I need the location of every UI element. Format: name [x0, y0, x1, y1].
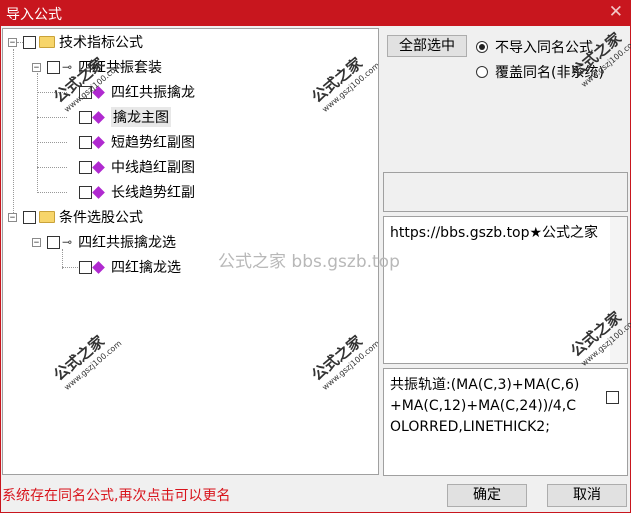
tree-node-formula-selected[interactable]: 擒龙主图	[79, 107, 171, 127]
select-all-button[interactable]: 全部选中	[387, 35, 467, 57]
tree-node-label: 四红擒龙选	[111, 260, 181, 276]
watermark-stamp: 公式之家 www.gszj100.com	[50, 53, 124, 114]
tree-node-label: 长线趋势红副	[111, 185, 195, 201]
radio-skip-duplicates[interactable]: 不导入同名公式	[476, 37, 593, 57]
formula-diamond-icon	[92, 160, 105, 174]
formula-diamond-icon	[92, 110, 105, 124]
checkbox[interactable]	[47, 60, 60, 74]
formula-source-text: 共振轨道:(MA(C,3)+MA(C,6)+MA(C,12)+MA(C,24))…	[390, 377, 580, 435]
info-box	[383, 172, 628, 212]
watermark-overlay-text: 公式之家 bbs.gszb.top	[218, 252, 400, 272]
formula-diamond-icon	[92, 260, 105, 274]
tree-node-tech-indicators[interactable]: − 技术指标公式	[8, 32, 143, 52]
checkbox[interactable]	[23, 210, 36, 224]
collapse-toggle-icon[interactable]: −	[32, 62, 41, 72]
radio-button[interactable]	[476, 66, 488, 78]
watermark-stamp: 公式之家 www.gszj100.com	[308, 331, 379, 392]
collapse-toggle-icon[interactable]: −	[8, 37, 17, 47]
tree-node-formula[interactable]: 长线趋势红副	[79, 182, 195, 202]
tree-node-formula[interactable]: 短趋势红副图	[79, 132, 195, 152]
status-message: 系统存在同名公式,再次点击可以更名	[2, 488, 231, 504]
folder-icon	[39, 36, 55, 48]
tree-node-formula[interactable]: 四红擒龙选	[79, 257, 181, 277]
checkbox[interactable]	[47, 235, 60, 249]
tree-node-label: 条件选股公式	[59, 210, 143, 226]
radio-button[interactable]	[476, 41, 488, 53]
ok-button[interactable]: 确定	[447, 484, 527, 507]
collapse-toggle-icon[interactable]: −	[32, 237, 41, 247]
checkbox[interactable]	[23, 35, 36, 49]
key-icon: ⊸	[62, 235, 73, 249]
tree-node-label: 擒龙主图	[111, 107, 171, 127]
tree-node-selection-suite[interactable]: − ⊸ 四红共振擒龙选	[32, 232, 176, 252]
checkbox[interactable]	[79, 160, 92, 174]
collapse-toggle-icon[interactable]: −	[8, 212, 17, 222]
description-text: https://bbs.gszb.top★公式之家	[390, 225, 599, 241]
title-bar: 导入公式 ✕	[0, 0, 631, 26]
watermark-stamp: 公式之家 www.gszj100.com	[308, 53, 379, 114]
checkbox[interactable]	[79, 260, 92, 274]
tree-node-label: 短趋势红副图	[111, 135, 195, 151]
tree-node-label: 四红共振擒龙选	[78, 235, 177, 251]
checkbox[interactable]	[79, 185, 92, 199]
tree-node-formula[interactable]: 中线趋红副图	[79, 157, 195, 177]
tree-node-label: 中线趋红副图	[111, 160, 195, 176]
checkbox[interactable]	[79, 110, 92, 124]
checkbox[interactable]	[79, 135, 92, 149]
formula-source-box[interactable]: 共振轨道:(MA(C,3)+MA(C,6)+MA(C,12)+MA(C,24))…	[383, 368, 628, 476]
folder-icon	[39, 211, 55, 223]
checkbox[interactable]	[606, 391, 619, 404]
tree-node-label: 四红共振擒龙	[111, 85, 195, 101]
formula-diamond-icon	[92, 185, 105, 199]
watermark-stamp: 公式之家 www.gszj100.com	[50, 331, 124, 392]
window-title: 导入公式	[6, 7, 62, 23]
formula-diamond-icon	[92, 135, 105, 149]
tree-node-stock-selection[interactable]: − 条件选股公式	[8, 207, 143, 227]
cancel-button[interactable]: 取消	[547, 484, 627, 507]
